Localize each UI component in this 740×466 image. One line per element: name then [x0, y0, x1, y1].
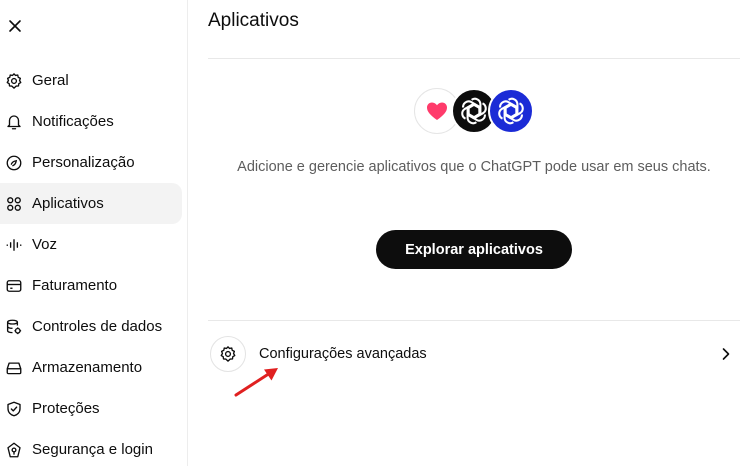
apps-settings-panel: Aplicativos Adicione e gerencie aplicati…	[208, 0, 740, 466]
sidebar-item-label: Armazenamento	[32, 359, 143, 376]
sidebar-item-armazenamento[interactable]: Armazenamento	[0, 347, 182, 388]
sidebar-item-label: Geral	[32, 72, 69, 89]
sidebar-item-faturamento[interactable]: Faturamento	[0, 265, 182, 306]
voice-wave-icon	[4, 235, 24, 255]
apps-description: Adicione e gerencie aplicativos que o Ch…	[237, 159, 711, 175]
gear-icon	[4, 71, 24, 91]
advanced-settings-label: Configurações avançadas	[259, 346, 427, 362]
page-title: Aplicativos	[208, 10, 299, 31]
sidebar-item-personalizacao[interactable]: Personalização	[0, 142, 182, 183]
sidebar-item-label: Controles de dados	[32, 318, 163, 335]
divider	[208, 58, 740, 59]
chevron-right-icon	[716, 344, 736, 364]
storage-icon	[4, 358, 24, 378]
openai-logo-blue-icon	[488, 88, 534, 134]
sidebar-item-aplicativos[interactable]: Aplicativos	[0, 183, 182, 224]
sidebar-item-label: Faturamento	[32, 277, 118, 294]
settings-window: Geral Notificações Personalização Aplica…	[0, 0, 740, 466]
apps-grid-icon	[4, 194, 24, 214]
settings-sidebar: Geral Notificações Personalização Aplica…	[0, 0, 188, 466]
settings-nav: Geral Notificações Personalização Aplica…	[0, 60, 182, 466]
sidebar-item-seguranca-e-login[interactable]: Segurança e login	[0, 429, 182, 466]
sidebar-item-label: Notificações	[32, 113, 114, 130]
shield-icon	[4, 399, 24, 419]
app-icons-stack	[414, 88, 544, 134]
sidebar-item-label: Personalização	[32, 154, 135, 171]
bell-icon	[4, 112, 24, 132]
sidebar-item-voz[interactable]: Voz	[0, 224, 182, 265]
sidebar-item-controles-de-dados[interactable]: Controles de dados	[0, 306, 182, 347]
advanced-settings-row[interactable]: Configurações avançadas	[208, 334, 740, 374]
personalization-icon	[4, 153, 24, 173]
security-icon	[4, 440, 24, 460]
sidebar-item-geral[interactable]: Geral	[0, 60, 182, 101]
sidebar-item-label: Proteções	[32, 400, 100, 417]
sidebar-item-label: Voz	[32, 236, 58, 253]
close-button[interactable]	[2, 13, 28, 39]
sidebar-item-label: Aplicativos	[32, 195, 104, 212]
sidebar-item-label: Segurança e login	[32, 441, 153, 458]
sidebar-item-protecoes[interactable]: Proteções	[0, 388, 182, 429]
sidebar-item-notificacoes[interactable]: Notificações	[0, 101, 182, 142]
divider	[208, 320, 740, 321]
explore-apps-button[interactable]: Explorar aplicativos	[376, 230, 572, 269]
credit-card-icon	[4, 276, 24, 296]
close-icon	[9, 20, 21, 32]
data-controls-icon	[4, 317, 24, 337]
annotation-arrow-icon	[234, 368, 278, 397]
